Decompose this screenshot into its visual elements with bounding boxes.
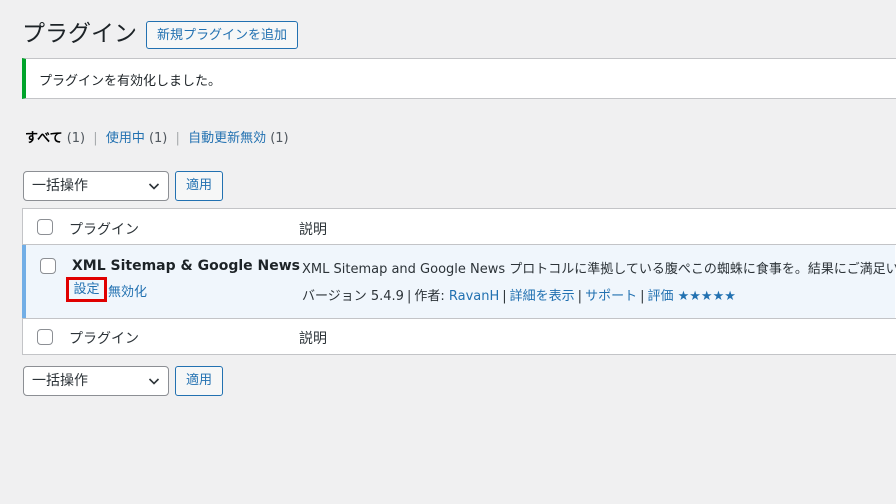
filter-separator: | (93, 131, 98, 146)
deactivate-link[interactable]: 無効化 (108, 281, 147, 300)
column-description-header: 説明 (299, 222, 327, 238)
support-link[interactable]: サポート (585, 289, 637, 304)
chevron-down-icon (148, 183, 160, 190)
filter-all-count: (1) (66, 131, 86, 146)
page-title: プラグイン (22, 21, 137, 47)
column-description-footer: 説明 (299, 331, 327, 347)
apply-button-bottom[interactable]: 適用 (175, 366, 223, 396)
settings-link[interactable]: 設定 (66, 277, 107, 302)
column-plugin-header: プラグイン (69, 222, 139, 238)
filter-active[interactable]: 使用中 (106, 131, 145, 146)
bulk-action-select-top[interactable]: 一括操作 (23, 171, 169, 201)
select-all-checkbox-bottom[interactable] (37, 329, 53, 345)
filter-separator: | (175, 131, 180, 146)
author-link[interactable]: RavanH (449, 289, 499, 304)
table-footer-row: プラグイン 説明 (23, 318, 896, 354)
plugin-description: XML Sitemap and Google News プロトコルに準拠している… (302, 262, 896, 277)
plugins-table: プラグイン 説明 XML Sitemap & Google News 設定 無効… (22, 208, 896, 355)
table-row: XML Sitemap & Google News 設定 無効化 XML Sit… (22, 245, 896, 318)
view-details-link[interactable]: 詳細を表示 (510, 289, 575, 304)
filter-all[interactable]: すべて (25, 131, 63, 146)
star-rating-icon: ★★★★★ (677, 289, 736, 304)
table-header-row: プラグイン 説明 (23, 209, 896, 245)
chevron-down-icon (148, 378, 160, 385)
filter-active-count: (1) (148, 131, 168, 146)
bulk-action-selected: 一括操作 (32, 373, 88, 389)
add-new-plugin-button[interactable]: 新規プラグインを追加 (146, 21, 299, 49)
plugin-status-filters: すべて (1) | 使用中 (1) | 自動更新無効 (1) (25, 127, 289, 146)
column-plugin-footer: プラグイン (69, 331, 139, 347)
rating-link[interactable]: 評価 ★★★★★ (647, 289, 735, 304)
author-prefix: 作者: (414, 289, 445, 304)
success-notice: プラグインを有効化しました。 (22, 58, 896, 99)
select-all-checkbox-top[interactable] (37, 219, 53, 235)
filter-autoupdate-disabled[interactable]: 自動更新無効 (188, 131, 266, 146)
rating-label: 評価 (647, 289, 674, 304)
apply-button-top[interactable]: 適用 (175, 171, 223, 201)
plugin-version: バージョン 5.4.9 (302, 289, 404, 304)
plugin-meta: バージョン 5.4.9 | 作者: RavanH | 詳細を表示 | サポート | 評価 ★★★… (302, 289, 736, 304)
notice-message: プラグインを有効化しました。 (39, 74, 222, 89)
plugin-checkbox[interactable] (40, 258, 56, 274)
bulk-action-selected: 一括操作 (32, 178, 88, 194)
filter-autoupdate-count: (1) (270, 131, 289, 146)
bulk-action-select-bottom[interactable]: 一括操作 (23, 366, 169, 396)
plugin-name: XML Sitemap & Google News (72, 258, 300, 274)
